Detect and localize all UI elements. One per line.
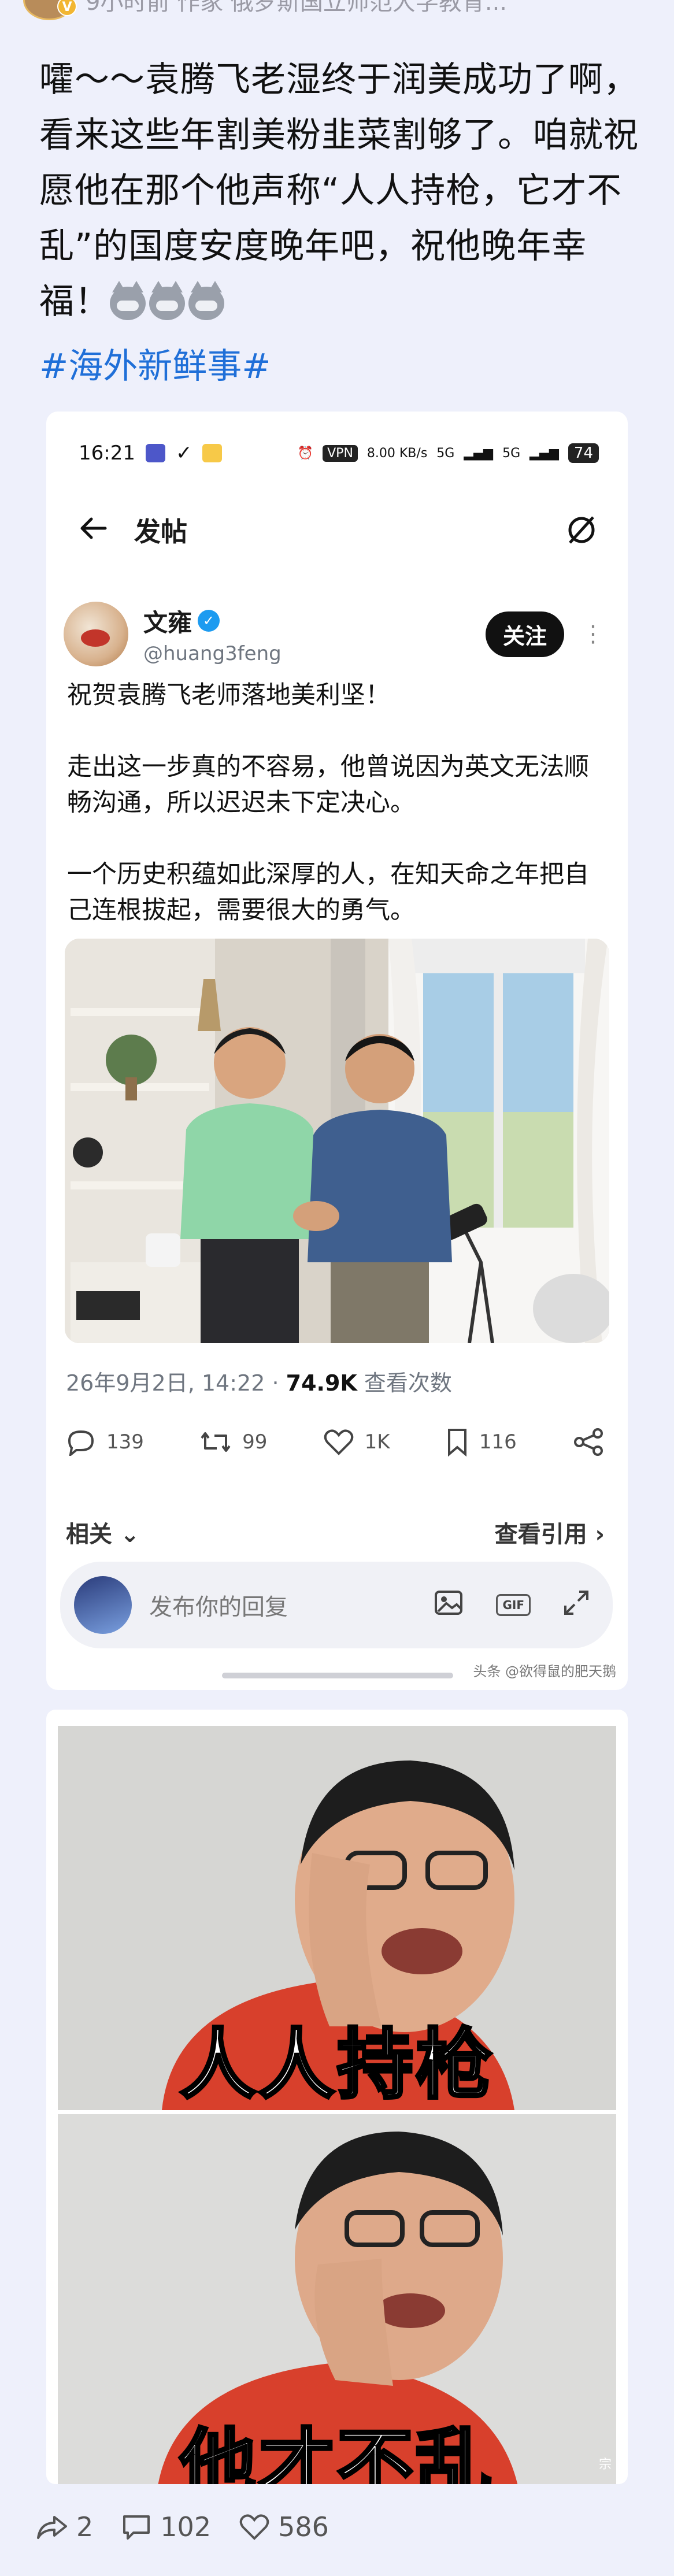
post-author-strip: V 9小时前 作家 俄罗斯国立师范大学教育... (23, 0, 508, 20)
share-icon (573, 1428, 603, 1456)
related-row: 相关 ⌄ 查看引用 › (66, 1515, 605, 1550)
comment-post-button[interactable]: 102 (121, 2511, 211, 2542)
tweet-paragraph: 一个历史积蕴如此深厚的人，在知天命之年把自己连根拔起，需要很大的勇气。 (67, 860, 589, 925)
tweet-author-handle: @huang3feng (143, 642, 282, 665)
meme-caption-top: 人人持枪 (179, 2019, 494, 2111)
heart-icon (239, 2514, 269, 2540)
comment-count: 102 (160, 2511, 212, 2542)
cat-emoji-icon (188, 281, 224, 321)
gif-button[interactable]: GIF (496, 1594, 531, 1616)
vip-badge-icon: V (57, 0, 77, 16)
reply-composer[interactable]: 发布你的回复 GIF (60, 1562, 613, 1648)
phone-status-bar: 16:21 ✓ ⏰ VPN 8.00 KB/s 5G ▂▄▆ 5G ▂▄▆ 74 (79, 436, 599, 470)
view-quotes-link[interactable]: 查看引用 › (495, 1515, 605, 1550)
emoji-row (110, 281, 224, 321)
x-app-topbar: 发帖 (79, 504, 599, 556)
alarm-icon: ⏰ (297, 446, 314, 461)
tweet-paragraph: 走出这一步真的不容易，他曾说因为英文无法顺畅沟通，所以迟迟未下定决心。 (67, 753, 589, 817)
notification-icon (145, 444, 165, 462)
verified-check-icon: ✓ (198, 610, 220, 632)
view-count: 74.9K (286, 1370, 357, 1396)
reply-input[interactable]: 发布你的回复 (149, 1588, 434, 1622)
comment-icon (123, 2515, 150, 2540)
grok-icon[interactable] (564, 513, 599, 547)
retweet-icon (201, 1432, 231, 1452)
app-notification-icon (202, 444, 223, 462)
like-count: 1K (364, 1430, 390, 1454)
post-body: 嚯～～袁腾飞老湿终于润美成功了啊，看来这些年割美粉韭菜割够了。咱就祝愿他在那个他… (39, 52, 640, 329)
chevron-right-icon: › (595, 1521, 605, 1548)
reply-icon (68, 1430, 94, 1456)
tweet-photo[interactable] (65, 939, 609, 1343)
retweet-count: 99 (242, 1430, 268, 1454)
page-title: 发帖 (134, 516, 187, 547)
embedded-screenshot[interactable]: 16:21 ✓ ⏰ VPN 8.00 KB/s 5G ▂▄▆ 5G ▂▄▆ 74… (46, 412, 628, 1690)
weibo-post-page: V 9小时前 作家 俄罗斯国立师范大学教育... 嚯～～袁腾飞老湿终于润美成功了… (0, 0, 674, 2576)
reply-count: 139 (106, 1430, 144, 1454)
battery-indicator: 74 (568, 443, 599, 463)
like-post-button[interactable]: 586 (239, 2511, 329, 2542)
more-options-icon[interactable]: ⋮ (582, 621, 605, 647)
meme-image[interactable]: 人人持枪 他才不乱 宗 (46, 1710, 628, 2484)
forward-icon (37, 2516, 67, 2539)
net-speed: 8.00 KB/s (366, 446, 428, 461)
signal-5g-1: 5G (436, 446, 455, 461)
meme-watermark: 宗 (598, 2458, 612, 2472)
retweet-button[interactable]: 99 (199, 1429, 267, 1455)
home-indicator (222, 1673, 453, 1678)
watermark-text: 头条 @欲得鼠的肥天鹅 (473, 1663, 616, 1680)
status-time: 16:21 (79, 442, 135, 465)
tweet-author-avatar[interactable] (64, 602, 128, 666)
related-dropdown[interactable]: 相关 ⌄ (66, 1515, 139, 1550)
share-post-button[interactable]: 2 (36, 2511, 93, 2542)
user-avatar (74, 1576, 132, 1634)
chevron-down-icon: ⌄ (120, 1521, 140, 1548)
back-arrow-icon[interactable] (79, 513, 119, 547)
bookmark-count: 116 (479, 1430, 517, 1454)
signal-icon: ▂▄▆ (464, 446, 494, 461)
like-count: 586 (278, 2511, 329, 2542)
share-count: 2 (76, 2511, 94, 2542)
like-button[interactable]: 1K (323, 1428, 390, 1456)
bookmark-icon (447, 1429, 466, 1456)
tweet-author-row: 文雍 ✓ @huang3feng 关注 ⋮ (64, 596, 605, 672)
hashtag-link[interactable]: #海外新鲜事# (39, 338, 271, 388)
meme-caption-bottom: 他才不乱 (179, 2419, 494, 2485)
vpn-badge: VPN (323, 444, 358, 462)
expand-icon[interactable] (563, 1589, 590, 1621)
cat-emoji-icon (110, 281, 146, 321)
tweet-paragraph: 祝贺袁腾飞老师落地美利坚！ (67, 681, 390, 710)
signal-5g-2: 5G (502, 446, 521, 461)
follow-button[interactable]: 关注 (485, 611, 564, 657)
engagement-bar: 2 102 586 (36, 2504, 329, 2550)
tweet-timestamp: 26年9月2日, 14:22 · 74.9K 查看次数 (66, 1370, 452, 1396)
signal-icon: ▂▄▆ (529, 446, 559, 461)
tweet-body: 祝贺袁腾飞老师落地美利坚！ 走出这一步真的不容易，他曾说因为英文无法顺畅沟通，所… (67, 677, 605, 964)
meme-frame-top: 人人持枪 (58, 1726, 616, 2110)
check-icon: ✓ (175, 442, 192, 465)
tweet-actions: 139 99 1K 116 (66, 1422, 605, 1462)
image-icon[interactable] (434, 1589, 464, 1621)
post-meta: 9小时前 作家 俄罗斯国立师范大学教育... (86, 0, 508, 16)
bookmark-button[interactable]: 116 (446, 1428, 517, 1456)
meme-frame-bottom: 他才不乱 (58, 2114, 616, 2484)
heart-icon (324, 1429, 353, 1455)
reply-button[interactable]: 139 (66, 1428, 144, 1456)
author-avatar[interactable]: V (23, 0, 77, 20)
tweet-author-name[interactable]: 文雍 ✓ (143, 603, 486, 639)
share-button[interactable] (572, 1428, 605, 1456)
cat-emoji-icon (149, 281, 185, 321)
